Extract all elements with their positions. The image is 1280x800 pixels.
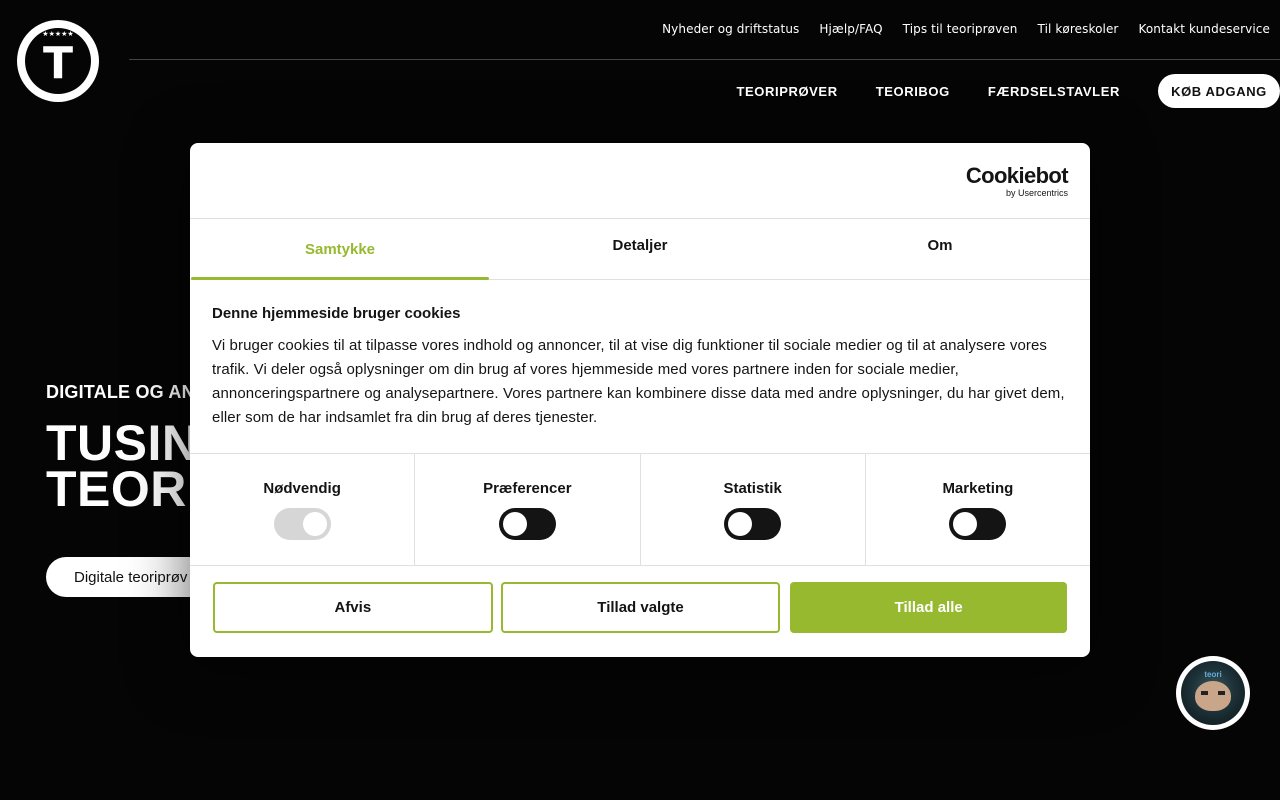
site-logo[interactable]: ★★★★★ T (17, 20, 99, 102)
dialog-header: Cookiebot by Usercentrics (190, 143, 1090, 219)
dialog-heading: Denne hjemmeside bruger cookies (212, 305, 461, 322)
category-label: Statistik (723, 480, 782, 497)
nav-item-faerdselstavler[interactable]: FÆRDSELSTAVLER (988, 84, 1120, 99)
top-navigation: Nyheder og driftstatus Hjælp/FAQ Tips ti… (662, 22, 1270, 36)
cookie-consent-dialog: Cookiebot by Usercentrics Samtykke Detal… (190, 143, 1090, 657)
logo-letter: T (42, 38, 73, 89)
chat-avatar-button[interactable]: teori (1176, 656, 1250, 730)
cookiebot-byline: by Usercentrics (1005, 188, 1068, 198)
dialog-body: Denne hjemmeside bruger cookies Vi bruge… (190, 280, 1090, 454)
hero-subtitle: DIGITALE OG ANA (46, 382, 208, 402)
toggle-knob (728, 512, 753, 536)
avatar-image: teori (1181, 661, 1245, 725)
category-preferences: Præferencer (415, 454, 641, 565)
buy-access-button[interactable]: KØB ADGANG (1158, 74, 1280, 108)
avatar-helmet-text: teori (1204, 670, 1222, 679)
cookiebot-logo[interactable]: Cookiebot by Usercentrics (965, 163, 1069, 199)
consent-categories: Nødvendig Præferencer Statistik Marketin… (190, 454, 1090, 566)
marketing-toggle[interactable] (949, 508, 1007, 540)
category-label: Præferencer (483, 480, 572, 497)
dialog-text: Vi bruger cookies til at tilpasse vores … (212, 337, 1065, 426)
main-navigation: TEORIPRØVER TEORIBOG FÆRDSELSTAVLER KØB … (736, 74, 1280, 108)
top-link-tips[interactable]: Tips til teoriprøven (903, 22, 1018, 36)
header-divider (129, 59, 1280, 60)
avatar-eyes (1201, 691, 1225, 695)
category-necessary: Nødvendig (190, 454, 416, 565)
top-link-help[interactable]: Hjælp/FAQ (819, 22, 882, 36)
cookiebot-wordmark: Cookiebot (965, 163, 1069, 188)
top-link-contact[interactable]: Kontakt kundeservice (1138, 22, 1270, 36)
nav-item-teoriprover[interactable]: TEORIPRØVER (736, 84, 837, 99)
allow-selected-button[interactable]: Tillad valgte (500, 582, 781, 633)
tab-om[interactable]: Om (790, 219, 1090, 279)
toggle-knob (302, 512, 327, 536)
necessary-toggle (273, 508, 331, 540)
category-label: Nødvendig (263, 480, 341, 497)
deny-button[interactable]: Afvis (213, 582, 493, 633)
logo-stars: ★★★★★ (42, 31, 74, 38)
top-link-news[interactable]: Nyheder og driftstatus (662, 22, 799, 36)
logo-inner: ★★★★★ T (25, 28, 91, 94)
category-label: Marketing (942, 480, 1014, 497)
dialog-actions: Afvis Tillad valgte Tillad alle (190, 566, 1090, 633)
avatar-face (1195, 681, 1231, 711)
toggle-knob (502, 512, 527, 536)
category-statistics: Statistik (641, 454, 866, 565)
tab-detaljer[interactable]: Detaljer (490, 219, 790, 279)
toggle-knob (953, 512, 978, 536)
allow-all-button[interactable]: Tillad alle (790, 582, 1068, 633)
tab-samtykke[interactable]: Samtykke (190, 219, 490, 280)
preferences-toggle[interactable] (498, 508, 556, 540)
nav-item-teoribog[interactable]: TEORIBOG (876, 84, 950, 99)
dialog-tabs: Samtykke Detaljer Om (190, 219, 1090, 280)
top-link-schools[interactable]: Til køreskoler (1038, 22, 1119, 36)
category-marketing: Marketing (866, 454, 1090, 565)
statistics-toggle[interactable] (724, 508, 782, 540)
